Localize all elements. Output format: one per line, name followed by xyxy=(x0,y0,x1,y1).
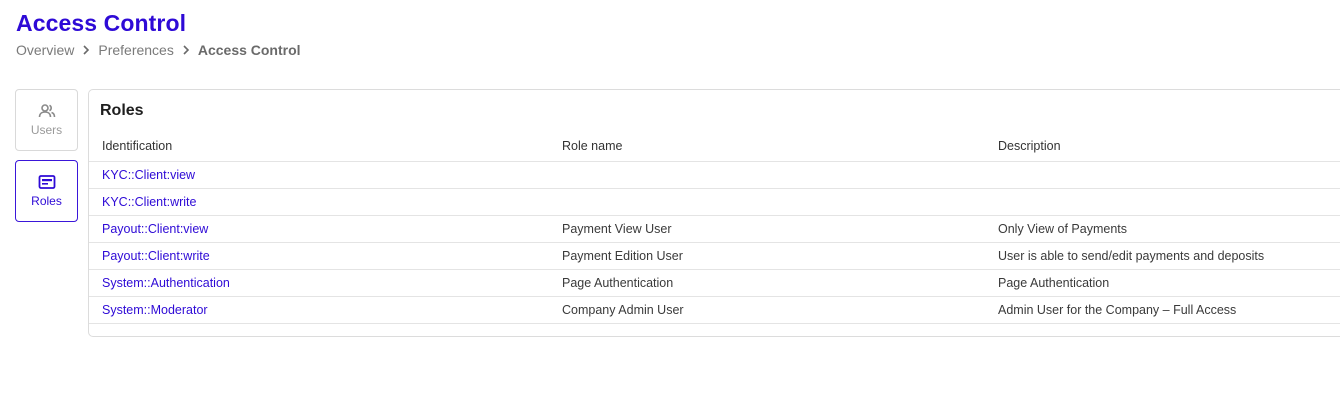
breadcrumb: Overview Preferences Access Control xyxy=(16,42,301,58)
role-description-cell xyxy=(998,188,1340,216)
table-row: System::Authentication Page Authenticati… xyxy=(89,269,1340,297)
role-id-link[interactable]: KYC::Client:view xyxy=(102,168,195,182)
role-id-link[interactable]: System::Moderator xyxy=(102,303,208,317)
role-description-cell: Page Authentication xyxy=(998,269,1340,297)
breadcrumb-preferences[interactable]: Preferences xyxy=(98,42,173,58)
role-id-link[interactable]: Payout::Client:write xyxy=(102,249,210,263)
role-name-cell: Payment Edition User xyxy=(562,242,998,270)
role-description-cell: Admin User for the Company – Full Access xyxy=(998,296,1340,324)
roles-card-title: Roles xyxy=(100,102,144,119)
roles-card: Roles Identification Role name Descripti… xyxy=(88,89,1340,337)
table-row: Payout::Client:write Payment Edition Use… xyxy=(89,242,1340,270)
role-id-link[interactable]: Payout::Client:view xyxy=(102,222,208,236)
breadcrumb-overview[interactable]: Overview xyxy=(16,42,74,58)
role-name-cell: Page Authentication xyxy=(562,269,998,297)
role-description-cell xyxy=(998,161,1340,189)
role-name-cell xyxy=(562,188,998,216)
column-header-identification: Identification xyxy=(89,130,562,162)
table-row: System::Moderator Company Admin User Adm… xyxy=(89,296,1340,324)
role-name-cell xyxy=(562,161,998,189)
table-row: KYC::Client:write xyxy=(89,188,1340,216)
column-header-description: Description xyxy=(998,130,1340,162)
roles-table: Identification Role name Description KYC… xyxy=(89,130,1340,324)
page-title: Access Control xyxy=(16,10,187,36)
table-row: Payout::Client:view Payment View User On… xyxy=(89,215,1340,243)
role-id-link[interactable]: KYC::Client:write xyxy=(102,195,196,209)
chevron-right-icon xyxy=(174,45,198,55)
role-description-cell: User is able to send/edit payments and d… xyxy=(998,242,1340,270)
nav-item-users-label: Users xyxy=(30,123,63,137)
breadcrumb-access-control: Access Control xyxy=(197,42,301,58)
nav-item-users[interactable]: Users xyxy=(15,89,78,151)
column-header-role-name: Role name xyxy=(562,130,998,162)
role-description-cell: Only View of Payments xyxy=(998,215,1340,243)
users-icon xyxy=(38,103,56,120)
role-name-cell: Payment View User xyxy=(562,215,998,243)
id-card-icon xyxy=(38,174,56,191)
nav-item-roles-label: Roles xyxy=(31,194,62,208)
role-id-link[interactable]: System::Authentication xyxy=(102,276,230,290)
chevron-right-icon xyxy=(74,45,98,55)
side-nav: Users Roles xyxy=(15,89,78,222)
role-name-cell: Company Admin User xyxy=(562,296,998,324)
table-row: KYC::Client:view xyxy=(89,161,1340,189)
table-header-row: Identification Role name Description xyxy=(89,130,1340,162)
nav-item-roles[interactable]: Roles xyxy=(15,160,78,222)
